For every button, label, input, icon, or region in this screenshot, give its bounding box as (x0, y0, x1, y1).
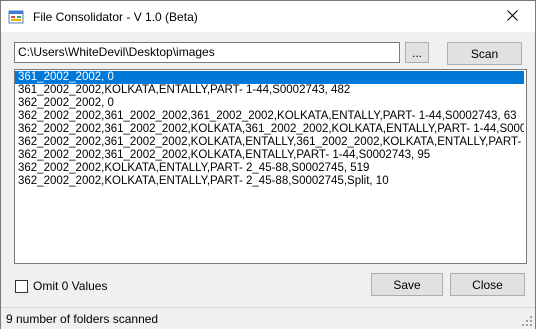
list-item[interactable]: 361_2002_2002, 0 (15, 71, 524, 84)
close-button[interactable]: Close (450, 273, 525, 296)
omit-zero-label[interactable]: Omit 0 Values (33, 279, 107, 293)
scan-button[interactable]: Scan (447, 42, 522, 65)
list-item[interactable]: 362_2002_2002,KOLKATA,ENTALLY,PART- 2_45… (15, 162, 524, 175)
list-item[interactable]: 362_2002_2002, 0 (15, 97, 524, 110)
status-text: 9 number of folders scanned (6, 312, 159, 326)
resize-grip-icon[interactable] (521, 315, 533, 327)
results-listbox[interactable]: 361_2002_2002, 0 361_2002_2002,KOLKATA,E… (14, 69, 527, 264)
close-icon (506, 9, 518, 24)
folder-path-input[interactable] (14, 42, 400, 63)
list-item[interactable]: 362_2002_2002,KOLKATA,ENTALLY,PART- 2_45… (15, 175, 524, 188)
browse-button[interactable]: ... (405, 42, 429, 63)
list-item[interactable]: 362_2002_2002,361_2002_2002,KOLKATA,ENTA… (15, 136, 524, 149)
omit-zero-checkbox[interactable] (15, 280, 28, 293)
list-item[interactable]: 362_2002_2002,361_2002_2002,361_2002_200… (15, 110, 524, 123)
window-title: File Consolidator - V 1.0 (Beta) (33, 10, 198, 24)
app-window-icon (8, 9, 24, 25)
list-item[interactable]: 362_2002_2002,361_2002_2002,KOLKATA,ENTA… (15, 149, 524, 162)
window-close-button[interactable] (489, 1, 535, 32)
save-button[interactable]: Save (371, 273, 443, 296)
list-item[interactable]: 361_2002_2002,KOLKATA,ENTALLY,PART- 1-44… (15, 84, 524, 97)
app-window: File Consolidator - V 1.0 (Beta) ... Sca… (0, 0, 536, 329)
status-bar: 9 number of folders scanned (1, 307, 535, 329)
title-bar[interactable]: File Consolidator - V 1.0 (Beta) (1, 1, 535, 32)
list-item[interactable]: 362_2002_2002,361_2002_2002,KOLKATA,361_… (15, 123, 524, 136)
